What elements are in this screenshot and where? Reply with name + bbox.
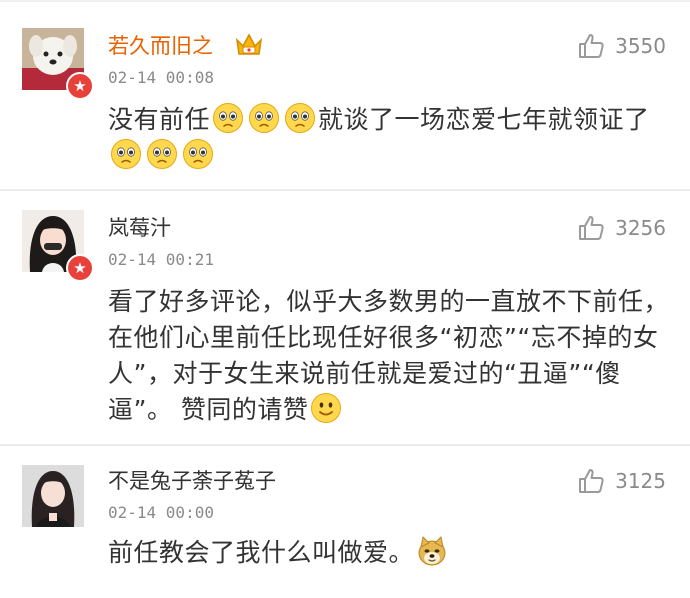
- thumbs-up-icon: [579, 34, 604, 58]
- timestamp: 02-14 00:21: [108, 250, 214, 269]
- doge-emoji: [416, 535, 448, 567]
- pitiful-face-emoji: [248, 102, 280, 134]
- like-button[interactable]: 3256: [577, 214, 666, 242]
- thumbs-up-icon: [579, 469, 604, 493]
- crown-icon[interactable]: [234, 30, 264, 62]
- comment-text-part: 没有前任: [108, 105, 211, 134]
- comment-text-part: 证了: [598, 105, 650, 134]
- username[interactable]: 若久而旧之: [108, 30, 213, 60]
- like-count: 3125: [615, 469, 666, 493]
- star-badge-icon: ★: [66, 254, 94, 282]
- like-button[interactable]: 3550: [577, 32, 666, 60]
- pitiful-face-emoji: [212, 102, 244, 134]
- comment-item: 不是兔子荼子菟子 02-14 00:00 3125 前任教会了我什么叫做爱。: [0, 445, 690, 598]
- timestamp: 02-14 00:00: [108, 503, 214, 522]
- comment-text: 看了好多评论，似乎大多数男的一直放不下前任，在他们心里前任比现任好很多“初恋”“…: [108, 284, 673, 428]
- pitiful-face-emoji: [284, 102, 316, 134]
- smile-emoji: [310, 392, 342, 424]
- comment-text-part: 看了好多评论，似乎大多数男的一直放不下前任，在他们心里前任比现任好很多“初恋”“…: [108, 287, 670, 424]
- pitiful-face-emoji: [146, 138, 178, 170]
- like-count: 3256: [615, 216, 666, 240]
- star-badge-icon: ★: [66, 72, 94, 100]
- timestamp: 02-14 00:08: [108, 68, 214, 87]
- thumbs-up-icon: [579, 216, 604, 240]
- pitiful-face-emoji: [110, 138, 142, 170]
- username[interactable]: 岚莓汁: [108, 212, 171, 242]
- comment-item: ★ 若久而旧之 02-14 00:08 3550 没有前任 就谈了一场恋爱七年就领…: [0, 0, 690, 190]
- comment-text-part: 就谈了一场恋爱七年就领: [318, 105, 599, 134]
- comment-text: 没有前任 就谈了一场恋爱七年就领证了: [108, 102, 668, 174]
- comment-item: ★ 岚莓汁 02-14 00:21 3256 看了好多评论，似乎大多数男的一直放…: [0, 190, 690, 445]
- username[interactable]: 不是兔子荼子菟子: [108, 465, 276, 495]
- avatar[interactable]: [22, 465, 84, 527]
- pitiful-face-emoji: [182, 138, 214, 170]
- like-button[interactable]: 3125: [577, 467, 666, 495]
- like-count: 3550: [615, 34, 666, 58]
- comment-text-part: 前任教会了我什么叫做爱。: [108, 538, 415, 567]
- comment-text: 前任教会了我什么叫做爱。: [108, 535, 668, 571]
